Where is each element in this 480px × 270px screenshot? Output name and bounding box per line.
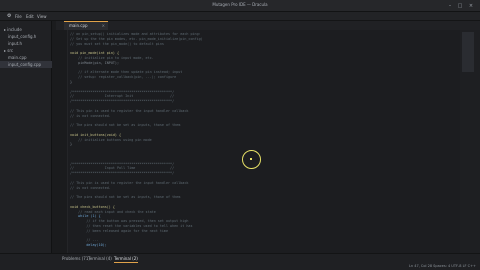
window-title: Mutagen Pro IDE — Dracula bbox=[212, 2, 268, 7]
code-line: delay(10); bbox=[70, 243, 107, 248]
mouse-pointer bbox=[250, 158, 252, 160]
code-line: // you must set the pin_mode() to defaul… bbox=[70, 41, 164, 46]
tab-label: main.cpp bbox=[69, 23, 88, 28]
code-line: void pin_mode(int pin) { bbox=[70, 51, 119, 56]
maximize-icon[interactable]: □ bbox=[456, 3, 464, 9]
code-line: // is not connected. bbox=[70, 113, 111, 118]
code-line: // if alternate mode then update pin ins… bbox=[70, 70, 183, 75]
code-line: // on pin_setup() initializes mode and a… bbox=[70, 32, 201, 36]
close-icon[interactable]: × bbox=[467, 3, 475, 9]
tab-close-icon[interactable]: × bbox=[102, 23, 105, 28]
menu-bar: ⚙ File Edit View bbox=[0, 12, 480, 21]
code-line: // setup: register_callback(pin, ...); c… bbox=[70, 75, 177, 80]
code-line: pinMode(pin, INPUT); bbox=[70, 60, 119, 65]
code-line: void check_buttons() { bbox=[70, 204, 115, 209]
code-line: // initialize pin to input mode, etc. bbox=[70, 56, 154, 60]
file-input-config-cpp[interactable]: input_config.cpp bbox=[0, 61, 52, 68]
code-line: // then reset the variables used to tell… bbox=[70, 224, 193, 228]
code-line: // This pin is used to register the inpu… bbox=[70, 180, 189, 185]
code-line: // is not connected. bbox=[70, 185, 111, 190]
code-line: // The pins should not be set as inputs,… bbox=[70, 123, 181, 128]
menu-file[interactable]: File bbox=[15, 14, 22, 19]
minimap[interactable] bbox=[460, 30, 480, 253]
code-line: // This pin is used to register the inpu… bbox=[70, 108, 189, 113]
folder-src[interactable]: ▸ src bbox=[0, 47, 52, 54]
code-line: // read each input and check the state bbox=[70, 209, 156, 214]
code-line: // Interrupt Init // bbox=[70, 94, 175, 99]
code-line: // if the button was pressed, then set o… bbox=[70, 219, 189, 224]
status-bar: Ln 47, Col 28 Spaces: 4 UTF-8 LF C++ bbox=[408, 264, 476, 268]
minimap-viewport[interactable] bbox=[462, 32, 474, 72]
code-line: /***************************************… bbox=[70, 99, 175, 104]
code-area[interactable]: // on pin_setup() initializes mode and a… bbox=[70, 30, 450, 253]
code-line: // ... bbox=[70, 238, 99, 243]
code-line: // Input Poll Time // bbox=[70, 166, 175, 171]
tab-main-cpp[interactable]: main.cpp × bbox=[64, 21, 108, 30]
menu-edit[interactable]: Edit bbox=[26, 14, 34, 19]
line-gutter bbox=[52, 30, 68, 253]
code-line: while (1) { bbox=[70, 214, 101, 219]
folder-include[interactable]: ▸ include bbox=[0, 26, 52, 33]
tab-terminal-4[interactable]: Terminal (4) bbox=[88, 256, 112, 263]
code-line: /***************************************… bbox=[70, 89, 175, 94]
code-line: void init_buttons(void) { bbox=[70, 132, 122, 137]
file-explorer: ▸ include input_config.h input.h ▸ src m… bbox=[0, 21, 52, 253]
file-input-h[interactable]: input.h bbox=[0, 40, 52, 47]
bottom-panel-bar: Problems (71) Terminal (4) Terminal (2) … bbox=[0, 253, 480, 270]
code-line: } bbox=[70, 142, 73, 147]
tab-terminal-2[interactable]: Terminal (2) bbox=[114, 256, 138, 263]
code-line: // Set up the the pin modes, etc. pin_mo… bbox=[70, 36, 203, 41]
gear-icon[interactable]: ⚙ bbox=[7, 13, 13, 19]
code-editor[interactable]: // on pin_setup() initializes mode and a… bbox=[52, 30, 460, 253]
code-line: // initialize buttons using pin mode bbox=[70, 137, 152, 142]
file-main-cpp[interactable]: main.cpp bbox=[0, 54, 52, 61]
menu-view[interactable]: View bbox=[37, 14, 47, 19]
code-line: } bbox=[70, 80, 73, 84]
file-input-config-h[interactable]: input_config.h bbox=[0, 33, 52, 40]
code-line: // The pins should not be set as inputs,… bbox=[70, 195, 181, 200]
tab-problems[interactable]: Problems (71) bbox=[62, 256, 90, 263]
minimize-icon[interactable]: – bbox=[446, 3, 454, 9]
code-line: // been released again for the next time bbox=[70, 228, 168, 233]
code-line: /***************************************… bbox=[70, 171, 175, 176]
title-bar: Mutagen Pro IDE — Dracula – □ × bbox=[0, 0, 480, 12]
editor-tabs: main.cpp × bbox=[56, 21, 480, 30]
